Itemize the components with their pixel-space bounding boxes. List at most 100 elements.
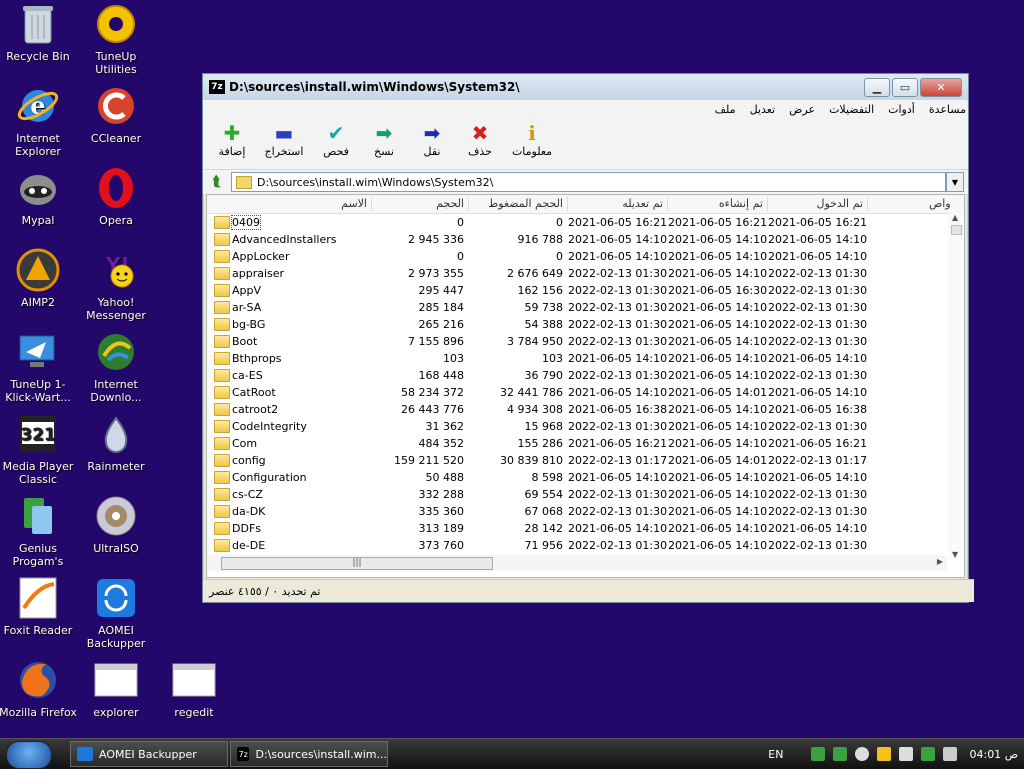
table-row[interactable]: Configuration 50 488 8 598 2021-06-05 14:10… bbox=[207, 469, 947, 486]
desktop-icon-mypal[interactable]: Mypal bbox=[0, 166, 78, 227]
table-row[interactable]: AppLocker 0 0 2021-06-05 14:10 2021-06-05 14… bbox=[207, 248, 947, 265]
row-modified: 2022-02-13 01:30 bbox=[568, 369, 668, 382]
menu-file[interactable]: ملف bbox=[713, 103, 738, 116]
desktop-icon-ccleaner[interactable]: CCleaner bbox=[76, 84, 156, 145]
scroll-up-icon[interactable]: ▲ bbox=[952, 213, 958, 222]
address-input[interactable]: D:\sources\install.wim\Windows\System32\ bbox=[231, 172, 946, 192]
taskbar-button-aomei[interactable]: AOMEI Backupper bbox=[70, 741, 228, 767]
test-button[interactable]: ✔ فحص bbox=[315, 121, 357, 158]
table-row[interactable]: AdvancedInstallers 2 945 336 916 788 2021-0… bbox=[207, 231, 947, 248]
row-size: 168 448 bbox=[418, 369, 465, 382]
row-size: 295 447 bbox=[418, 284, 465, 297]
desktop-icon-mozilla-firefox[interactable]: Mozilla Firefox bbox=[0, 658, 78, 719]
desktop-icon-idm[interactable]: Internet Downlo... bbox=[76, 330, 156, 404]
desktop-icon-explorer[interactable]: explorer bbox=[76, 658, 156, 719]
table-row[interactable]: bg-BG 265 216 54 388 2022-02-13 01:30 2021-0… bbox=[207, 316, 947, 333]
copy-icon: ➡ bbox=[375, 121, 393, 145]
menu-tools[interactable]: أدوات bbox=[886, 103, 917, 116]
minus-icon[interactable] bbox=[855, 747, 870, 761]
menu-edit[interactable]: تعديل bbox=[748, 103, 778, 116]
row-modified: 2021-06-05 16:38 bbox=[568, 403, 668, 416]
desktop-icon-aomei-backupper[interactable]: AOMEI Backupper bbox=[76, 576, 156, 650]
desktop-icon-recycle-bin[interactable]: Recycle Bin bbox=[0, 2, 78, 63]
table-row[interactable]: DDFs 313 189 28 142 2021-06-05 14:10 2021-06… bbox=[207, 520, 947, 537]
table-row[interactable]: da-DK 335 360 67 068 2022-02-13 01:30 2021-0… bbox=[207, 503, 947, 520]
messenger-tray-icon[interactable] bbox=[877, 747, 892, 761]
copy-button[interactable]: ➡ نسخ bbox=[363, 121, 405, 158]
delete-button[interactable]: ✖ حذف bbox=[459, 121, 501, 158]
table-row[interactable]: 0409 0 0 2021-06-05 16:21 2021-06-05 16:21 20… bbox=[207, 214, 947, 231]
language-indicator[interactable]: EN bbox=[768, 748, 783, 761]
desktop-icon-foxit-reader[interactable]: Foxit Reader bbox=[0, 576, 78, 637]
desktop-icon-regedit[interactable]: regedit bbox=[154, 658, 234, 719]
move-icon: ➡ bbox=[423, 121, 441, 145]
desktop-icon-tuneup-utilities[interactable]: TuneUp Utilities bbox=[76, 2, 156, 76]
row-size: 26 443 776 bbox=[401, 403, 464, 416]
row-accessed: 2022-02-13 01:30 bbox=[768, 369, 868, 382]
desktop-icon-tuneup-oneclick[interactable]: TuneUp 1-Klick-Wart... bbox=[0, 330, 78, 404]
taskbar-button-7zip[interactable]: 7z D:\sources\install.wim... bbox=[230, 741, 388, 767]
scroll-right-icon[interactable]: ▶ bbox=[937, 557, 943, 566]
row-size: 0 bbox=[457, 250, 464, 263]
table-row[interactable]: de-DE 373 760 71 956 2022-02-13 01:30 2021-0… bbox=[207, 537, 947, 554]
desktop-icon-genius-programs[interactable]: Genius Progam's bbox=[0, 494, 78, 568]
horizontal-scroll-thumb[interactable]: ||| bbox=[221, 557, 493, 570]
start-button[interactable] bbox=[6, 741, 52, 769]
table-row[interactable]: CodeIntegrity 31 362 15 968 2022-02-13 01:3… bbox=[207, 418, 947, 435]
desktop-icon-rainmeter[interactable]: Rainmeter bbox=[76, 412, 156, 473]
col-header-modified[interactable]: تم تعديله bbox=[568, 197, 668, 211]
row-size: 313 189 bbox=[418, 522, 465, 535]
menu-view[interactable]: عرض bbox=[787, 103, 817, 116]
desktop-icon-media-player-classic[interactable]: 321 Media Player Classic bbox=[0, 412, 78, 486]
row-modified: 2022-02-13 01:30 bbox=[568, 284, 668, 297]
table-row[interactable]: Bthprops 103 103 2021-06-05 14:10 2021-06-05… bbox=[207, 350, 947, 367]
table-row[interactable]: config 159 211 520 30 839 810 2022-02-13 01… bbox=[207, 452, 947, 469]
minimize-button[interactable]: ▁ bbox=[864, 77, 890, 97]
network2-icon[interactable] bbox=[833, 747, 848, 761]
extract-button[interactable]: ▬ استخراج bbox=[259, 121, 309, 158]
info-button[interactable]: i معلومات bbox=[507, 121, 557, 158]
col-header-attributes[interactable]: واص bbox=[929, 197, 955, 211]
chevron-down-icon[interactable]: ▼ bbox=[946, 172, 964, 192]
table-row[interactable]: CatRoot 58 234 372 32 441 786 2021-06-05 14… bbox=[207, 384, 947, 401]
tuneup-tray-icon[interactable] bbox=[899, 747, 914, 761]
row-name: 0409 bbox=[231, 215, 261, 230]
menu-favorites[interactable]: التفضيلات bbox=[827, 103, 876, 116]
row-modified: 2021-06-05 14:10 bbox=[568, 233, 668, 246]
close-button[interactable]: ✕ bbox=[920, 77, 962, 97]
clock[interactable]: 04:01 ص bbox=[969, 748, 1018, 761]
volume-icon[interactable] bbox=[943, 747, 958, 761]
desktop-icon-ultraiso[interactable]: UltraISO bbox=[76, 494, 156, 555]
desktop-icon-yahoo-messenger[interactable]: Y! Yahoo! Messenger bbox=[76, 248, 156, 322]
table-row[interactable]: Boot 7 155 896 3 784 950 2022-02-13 01:30 20… bbox=[207, 333, 947, 350]
security-tray-icon[interactable] bbox=[921, 747, 936, 761]
vertical-scrollbar[interactable]: ▲ ▼ bbox=[948, 213, 964, 559]
desktop-icon-internet-explorer[interactable]: e Internet Explorer bbox=[0, 84, 78, 158]
maximize-button[interactable]: ▭ bbox=[892, 77, 918, 97]
col-header-name[interactable]: الاسم bbox=[207, 197, 372, 211]
row-name: ar-SA bbox=[232, 301, 262, 314]
title-bar[interactable]: 7z D:\sources\install.wim\Windows\System… bbox=[203, 74, 968, 100]
desktop-icon-aimp2[interactable]: AIMP2 bbox=[0, 248, 78, 309]
table-row[interactable]: ca-ES 168 448 36 790 2022-02-13 01:30 2021-0… bbox=[207, 367, 947, 384]
move-button[interactable]: ➡ نقل bbox=[411, 121, 453, 158]
table-row[interactable]: Com 484 352 155 286 2021-06-05 16:21 2021-06… bbox=[207, 435, 947, 452]
desktop-icon-opera[interactable]: Opera bbox=[76, 166, 156, 227]
col-header-size[interactable]: الحجم bbox=[372, 197, 469, 211]
scroll-down-icon[interactable]: ▼ bbox=[952, 550, 958, 559]
row-name: Com bbox=[232, 437, 258, 450]
network-icon[interactable] bbox=[811, 747, 826, 761]
table-row[interactable]: cs-CZ 332 288 69 554 2022-02-13 01:30 2021-0… bbox=[207, 486, 947, 503]
horizontal-scrollbar[interactable]: ||| ▶ bbox=[207, 555, 947, 571]
table-row[interactable]: ar-SA 285 184 59 738 2022-02-13 01:30 2021-0… bbox=[207, 299, 947, 316]
table-row[interactable]: catroot2 26 443 776 4 934 308 2021-06-05 16… bbox=[207, 401, 947, 418]
add-button[interactable]: ✚ إضافة bbox=[211, 121, 253, 158]
vertical-scroll-thumb[interactable] bbox=[951, 225, 962, 235]
col-header-packed[interactable]: الحجم المضغوط bbox=[469, 197, 568, 211]
col-header-created[interactable]: تم إنشاءه bbox=[668, 197, 768, 211]
menu-help[interactable]: مساعدة bbox=[927, 103, 968, 116]
table-row[interactable]: AppV 295 447 162 156 2022-02-13 01:30 2021-0… bbox=[207, 282, 947, 299]
up-folder-icon[interactable]: ⮬ bbox=[207, 173, 227, 191]
col-header-accessed[interactable]: تم الدخول bbox=[768, 197, 868, 211]
table-row[interactable]: appraiser 2 973 355 2 676 649 2022-02-13 01… bbox=[207, 265, 947, 282]
